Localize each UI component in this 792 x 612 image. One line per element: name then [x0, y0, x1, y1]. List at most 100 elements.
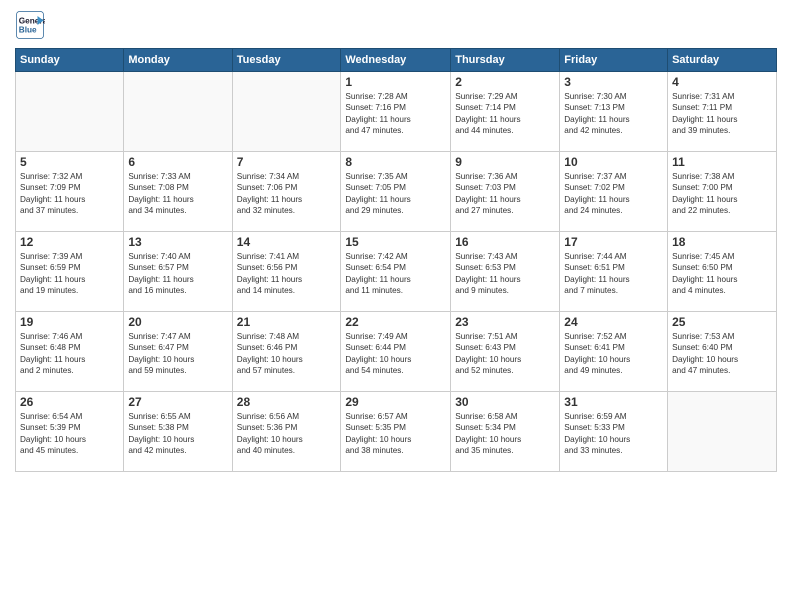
day-number: 8: [345, 155, 446, 169]
day-number: 25: [672, 315, 772, 329]
day-info: Sunrise: 7:43 AM Sunset: 6:53 PM Dayligh…: [455, 251, 555, 297]
calendar-cell: 21 Sunrise: 7:48 AM Sunset: 6:46 PM Dayli…: [232, 312, 341, 392]
day-number: 21: [237, 315, 337, 329]
day-number: 1: [345, 75, 446, 89]
calendar-cell: 28 Sunrise: 6:56 AM Sunset: 5:36 PM Dayli…: [232, 392, 341, 472]
header: General Blue: [15, 10, 777, 40]
day-number: 14: [237, 235, 337, 249]
calendar-cell: 10 Sunrise: 7:37 AM Sunset: 7:02 PM Dayli…: [560, 152, 668, 232]
calendar-cell: 6 Sunrise: 7:33 AM Sunset: 7:08 PM Daylig…: [124, 152, 232, 232]
calendar-cell: 1Sunrise: 7:28 AM Sunset: 7:16 PM Daylig…: [341, 72, 451, 152]
col-header-tuesday: Tuesday: [232, 49, 341, 72]
day-info: Sunrise: 7:33 AM Sunset: 7:08 PM Dayligh…: [128, 171, 227, 217]
day-number: 6: [128, 155, 227, 169]
svg-text:Blue: Blue: [19, 26, 37, 35]
day-info: Sunrise: 7:37 AM Sunset: 7:02 PM Dayligh…: [564, 171, 663, 217]
day-info: Sunrise: 7:36 AM Sunset: 7:03 PM Dayligh…: [455, 171, 555, 217]
calendar-cell: 24Sunrise: 7:52 AM Sunset: 6:41 PM Dayli…: [560, 312, 668, 392]
logo-icon: General Blue: [15, 10, 45, 40]
calendar-week-2: 12 Sunrise: 7:39 AM Sunset: 6:59 PM Dayli…: [16, 232, 777, 312]
day-info: Sunrise: 6:54 AM Sunset: 5:39 PM Dayligh…: [20, 411, 119, 457]
calendar-cell: 23 Sunrise: 7:51 AM Sunset: 6:43 PM Dayli…: [451, 312, 560, 392]
day-info: Sunrise: 6:59 AM Sunset: 5:33 PM Dayligh…: [564, 411, 663, 457]
col-header-wednesday: Wednesday: [341, 49, 451, 72]
calendar-cell: 14Sunrise: 7:41 AM Sunset: 6:56 PM Dayli…: [232, 232, 341, 312]
day-info: Sunrise: 7:29 AM Sunset: 7:14 PM Dayligh…: [455, 91, 555, 137]
calendar-cell: 4 Sunrise: 7:31 AM Sunset: 7:11 PM Daylig…: [668, 72, 777, 152]
day-info: Sunrise: 7:32 AM Sunset: 7:09 PM Dayligh…: [20, 171, 119, 217]
calendar-week-1: 5 Sunrise: 7:32 AM Sunset: 7:09 PM Daylig…: [16, 152, 777, 232]
day-number: 15: [345, 235, 446, 249]
day-number: 7: [237, 155, 337, 169]
day-number: 27: [128, 395, 227, 409]
calendar-cell: 20 Sunrise: 7:47 AM Sunset: 6:47 PM Dayli…: [124, 312, 232, 392]
calendar-cell: 29 Sunrise: 6:57 AM Sunset: 5:35 PM Dayli…: [341, 392, 451, 472]
day-info: Sunrise: 7:53 AM Sunset: 6:40 PM Dayligh…: [672, 331, 772, 377]
col-header-thursday: Thursday: [451, 49, 560, 72]
col-header-friday: Friday: [560, 49, 668, 72]
day-number: 11: [672, 155, 772, 169]
calendar-week-3: 19 Sunrise: 7:46 AM Sunset: 6:48 PM Dayli…: [16, 312, 777, 392]
day-info: Sunrise: 7:47 AM Sunset: 6:47 PM Dayligh…: [128, 331, 227, 377]
day-info: Sunrise: 7:35 AM Sunset: 7:05 PM Dayligh…: [345, 171, 446, 217]
day-number: 2: [455, 75, 555, 89]
day-info: Sunrise: 7:49 AM Sunset: 6:44 PM Dayligh…: [345, 331, 446, 377]
day-info: Sunrise: 7:38 AM Sunset: 7:00 PM Dayligh…: [672, 171, 772, 217]
calendar-cell: 3 Sunrise: 7:30 AM Sunset: 7:13 PM Daylig…: [560, 72, 668, 152]
day-number: 22: [345, 315, 446, 329]
day-info: Sunrise: 7:40 AM Sunset: 6:57 PM Dayligh…: [128, 251, 227, 297]
day-number: 24: [564, 315, 663, 329]
day-number: 18: [672, 235, 772, 249]
day-info: Sunrise: 7:51 AM Sunset: 6:43 PM Dayligh…: [455, 331, 555, 377]
calendar-cell: 26Sunrise: 6:54 AM Sunset: 5:39 PM Dayli…: [16, 392, 124, 472]
calendar-cell: [668, 392, 777, 472]
calendar-cell: 7 Sunrise: 7:34 AM Sunset: 7:06 PM Daylig…: [232, 152, 341, 232]
day-info: Sunrise: 7:30 AM Sunset: 7:13 PM Dayligh…: [564, 91, 663, 137]
day-number: 19: [20, 315, 119, 329]
calendar-cell: 11 Sunrise: 7:38 AM Sunset: 7:00 PM Dayli…: [668, 152, 777, 232]
calendar-cell: 16Sunrise: 7:43 AM Sunset: 6:53 PM Dayli…: [451, 232, 560, 312]
day-number: 30: [455, 395, 555, 409]
day-info: Sunrise: 7:39 AM Sunset: 6:59 PM Dayligh…: [20, 251, 119, 297]
day-number: 29: [345, 395, 446, 409]
col-header-saturday: Saturday: [668, 49, 777, 72]
calendar-cell: 25 Sunrise: 7:53 AM Sunset: 6:40 PM Dayli…: [668, 312, 777, 392]
day-number: 23: [455, 315, 555, 329]
logo: General Blue: [15, 10, 49, 40]
calendar-week-0: 1Sunrise: 7:28 AM Sunset: 7:16 PM Daylig…: [16, 72, 777, 152]
calendar-cell: 12 Sunrise: 7:39 AM Sunset: 6:59 PM Dayli…: [16, 232, 124, 312]
calendar-cell: [124, 72, 232, 152]
calendar-cell: 13 Sunrise: 7:40 AM Sunset: 6:57 PM Dayli…: [124, 232, 232, 312]
calendar-cell: 15Sunrise: 7:42 AM Sunset: 6:54 PM Dayli…: [341, 232, 451, 312]
day-info: Sunrise: 6:57 AM Sunset: 5:35 PM Dayligh…: [345, 411, 446, 457]
day-info: Sunrise: 7:31 AM Sunset: 7:11 PM Dayligh…: [672, 91, 772, 137]
day-info: Sunrise: 6:55 AM Sunset: 5:38 PM Dayligh…: [128, 411, 227, 457]
calendar-cell: [16, 72, 124, 152]
calendar-cell: 5 Sunrise: 7:32 AM Sunset: 7:09 PM Daylig…: [16, 152, 124, 232]
day-number: 20: [128, 315, 227, 329]
day-number: 5: [20, 155, 119, 169]
calendar-header-row: SundayMondayTuesdayWednesdayThursdayFrid…: [16, 49, 777, 72]
calendar-cell: 22 Sunrise: 7:49 AM Sunset: 6:44 PM Dayli…: [341, 312, 451, 392]
day-info: Sunrise: 7:45 AM Sunset: 6:50 PM Dayligh…: [672, 251, 772, 297]
day-info: Sunrise: 7:46 AM Sunset: 6:48 PM Dayligh…: [20, 331, 119, 377]
calendar-cell: 19 Sunrise: 7:46 AM Sunset: 6:48 PM Dayli…: [16, 312, 124, 392]
day-number: 10: [564, 155, 663, 169]
calendar-cell: [232, 72, 341, 152]
day-number: 28: [237, 395, 337, 409]
calendar-cell: 27 Sunrise: 6:55 AM Sunset: 5:38 PM Dayli…: [124, 392, 232, 472]
day-info: Sunrise: 6:56 AM Sunset: 5:36 PM Dayligh…: [237, 411, 337, 457]
day-number: 13: [128, 235, 227, 249]
day-info: Sunrise: 7:34 AM Sunset: 7:06 PM Dayligh…: [237, 171, 337, 217]
calendar: SundayMondayTuesdayWednesdayThursdayFrid…: [15, 48, 777, 472]
calendar-cell: 31Sunrise: 6:59 AM Sunset: 5:33 PM Dayli…: [560, 392, 668, 472]
day-info: Sunrise: 7:48 AM Sunset: 6:46 PM Dayligh…: [237, 331, 337, 377]
day-info: Sunrise: 6:58 AM Sunset: 5:34 PM Dayligh…: [455, 411, 555, 457]
day-info: Sunrise: 7:44 AM Sunset: 6:51 PM Dayligh…: [564, 251, 663, 297]
col-header-sunday: Sunday: [16, 49, 124, 72]
day-number: 4: [672, 75, 772, 89]
day-number: 12: [20, 235, 119, 249]
day-number: 3: [564, 75, 663, 89]
calendar-cell: 18 Sunrise: 7:45 AM Sunset: 6:50 PM Dayli…: [668, 232, 777, 312]
day-number: 9: [455, 155, 555, 169]
